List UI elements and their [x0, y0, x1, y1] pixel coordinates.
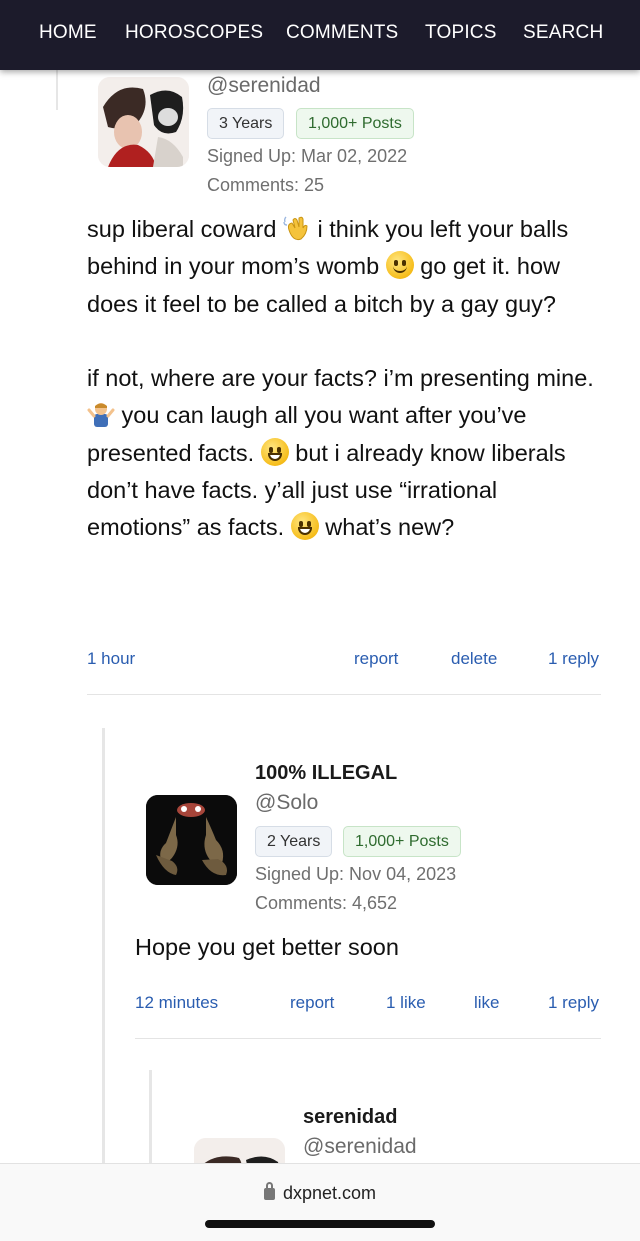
report-link[interactable]: report — [354, 649, 398, 669]
thread-line — [149, 1070, 152, 1170]
slightly-smiling-emoji-icon — [385, 251, 414, 280]
avatar[interactable] — [146, 795, 237, 885]
timestamp-link[interactable]: 1 hour — [87, 649, 135, 669]
user-handle[interactable]: @serenidad — [207, 74, 321, 98]
nav-horoscopes[interactable]: HOROSCOPES — [125, 22, 263, 44]
comment-body: sup liberal coward i think you left your… — [87, 211, 597, 547]
comment-text: sup liberal coward — [87, 216, 277, 242]
user-handle[interactable]: @Solo — [255, 791, 318, 815]
avatar-image — [146, 795, 237, 885]
url-display[interactable]: dxpnet.com — [0, 1182, 640, 1204]
nav-home[interactable]: HOME — [39, 22, 97, 44]
years-badge: 2 Years — [255, 826, 333, 857]
comment-text: if not, where are your facts? i’m presen… — [87, 365, 594, 392]
person-shrugging-emoji-icon — [87, 400, 115, 428]
posts-badge: 1,000+ Posts — [343, 826, 461, 857]
comment-text: what’s new? — [325, 514, 455, 541]
reply-count-link[interactable]: 1 reply — [548, 649, 599, 669]
grinning-face-emoji-icon — [260, 437, 289, 466]
avatar[interactable] — [98, 77, 189, 167]
signed-up-date: Signed Up: Nov 04, 2023 — [255, 864, 457, 884]
divider — [87, 694, 601, 695]
url-text: dxpnet.com — [282, 1183, 377, 1203]
like-button[interactable]: like — [474, 993, 500, 1013]
comments-count: Comments: 25 — [207, 175, 325, 195]
lock-icon — [263, 1182, 275, 1200]
nav-search[interactable]: SEARCH — [523, 22, 603, 44]
like-count-link[interactable]: 1 like — [386, 993, 426, 1013]
nav-topics[interactable]: TOPICS — [425, 22, 497, 44]
grinning-face-emoji-icon — [290, 512, 319, 541]
delete-link[interactable]: delete — [451, 649, 497, 669]
user-display-name[interactable]: 100% ILLEGAL — [255, 762, 397, 785]
comment-body: Hope you get better soon — [135, 934, 399, 960]
timestamp-link[interactable]: 12 minutes — [135, 993, 218, 1013]
signed-up-date: Signed Up: Mar 02, 2022 — [207, 146, 408, 166]
nav-comments[interactable]: COMMENTS — [286, 22, 398, 44]
reply-count-link[interactable]: 1 reply — [548, 993, 599, 1013]
comments-count: Comments: 4,652 — [255, 893, 398, 913]
years-badge: 3 Years — [207, 108, 285, 139]
waving-hand-emoji-icon — [283, 214, 311, 242]
home-indicator[interactable] — [205, 1220, 435, 1228]
report-link[interactable]: report — [290, 993, 334, 1013]
divider — [135, 1038, 601, 1039]
thread-line — [102, 728, 105, 1168]
user-handle[interactable]: @serenidad — [303, 1135, 417, 1159]
user-display-name[interactable]: serenidad — [303, 1106, 397, 1129]
browser-url-bar[interactable]: dxpnet.com — [0, 1163, 640, 1241]
posts-badge: 1,000+ Posts — [296, 108, 414, 139]
thread-line — [56, 70, 58, 110]
top-nav: HOME HOROSCOPES COMMENTS TOPICS SEARCH — [0, 0, 640, 70]
avatar-image — [98, 77, 189, 167]
